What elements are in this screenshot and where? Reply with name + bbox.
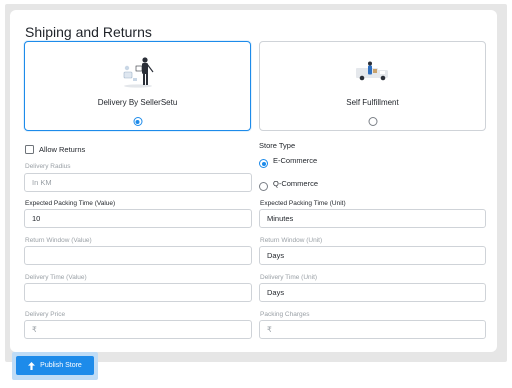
return-window-value-input[interactable] bbox=[24, 246, 252, 265]
allow-returns-checkbox[interactable] bbox=[25, 145, 34, 154]
packing-time-value-label: Expected Packing Time (Value) bbox=[25, 200, 116, 207]
delivery-price-input[interactable]: ₹ bbox=[24, 320, 252, 339]
delivery-time-value-label: Delivery Time (Value) bbox=[25, 274, 87, 281]
option-delivery-by-sellersetu[interactable]: Delivery By SellerSetu bbox=[24, 41, 251, 131]
return-window-unit-label: Return Window (Unit) bbox=[260, 237, 323, 244]
delivery-radius-label: Delivery Radius bbox=[25, 163, 71, 170]
delivery-radius-input[interactable]: In KM bbox=[24, 173, 252, 192]
delivery-truck-icon bbox=[354, 60, 392, 87]
section-title: Shiping and Returns bbox=[25, 24, 152, 40]
delivery-price-label: Delivery Price bbox=[25, 311, 66, 318]
radio-q-commerce[interactable] bbox=[259, 178, 268, 196]
e-commerce-label: E-Commerce bbox=[273, 156, 318, 165]
delivery-time-value-input[interactable] bbox=[24, 283, 252, 302]
radio-self-fulfillment[interactable] bbox=[368, 113, 377, 131]
return-window-value-label: Return Window (Value) bbox=[25, 237, 92, 244]
arrow-up-icon bbox=[28, 361, 36, 370]
packing-charges-input[interactable]: ₹ bbox=[259, 320, 486, 339]
publish-store-label: Publish Store bbox=[40, 362, 82, 369]
allow-returns-label: Allow Returns bbox=[39, 145, 86, 154]
packing-time-unit-label: Expected Packing Time (Unit) bbox=[260, 200, 346, 207]
return-window-unit-select[interactable]: Days bbox=[259, 246, 486, 265]
delivery-time-unit-label: Delivery Time (Unit) bbox=[260, 274, 318, 281]
packing-charges-label: Packing Charges bbox=[260, 311, 310, 318]
q-commerce-label: Q-Commerce bbox=[273, 179, 319, 188]
store-type-label: Store Type bbox=[259, 141, 296, 150]
radio-delivery-by-sellersetu[interactable] bbox=[133, 113, 142, 131]
packing-time-unit-select[interactable]: Minutes bbox=[259, 209, 486, 228]
option-self-fulfillment[interactable]: Self Fulfillment bbox=[259, 41, 486, 131]
radio-e-commerce[interactable] bbox=[259, 155, 268, 173]
delivery-time-unit-select[interactable]: Days bbox=[259, 283, 486, 302]
option-label: Delivery By SellerSetu bbox=[97, 98, 178, 107]
publish-store-button[interactable]: Publish Store bbox=[16, 356, 94, 375]
packing-time-value-input[interactable]: 10 bbox=[24, 209, 252, 228]
delivery-person-icon bbox=[118, 52, 158, 95]
option-label: Self Fulfillment bbox=[346, 98, 399, 107]
